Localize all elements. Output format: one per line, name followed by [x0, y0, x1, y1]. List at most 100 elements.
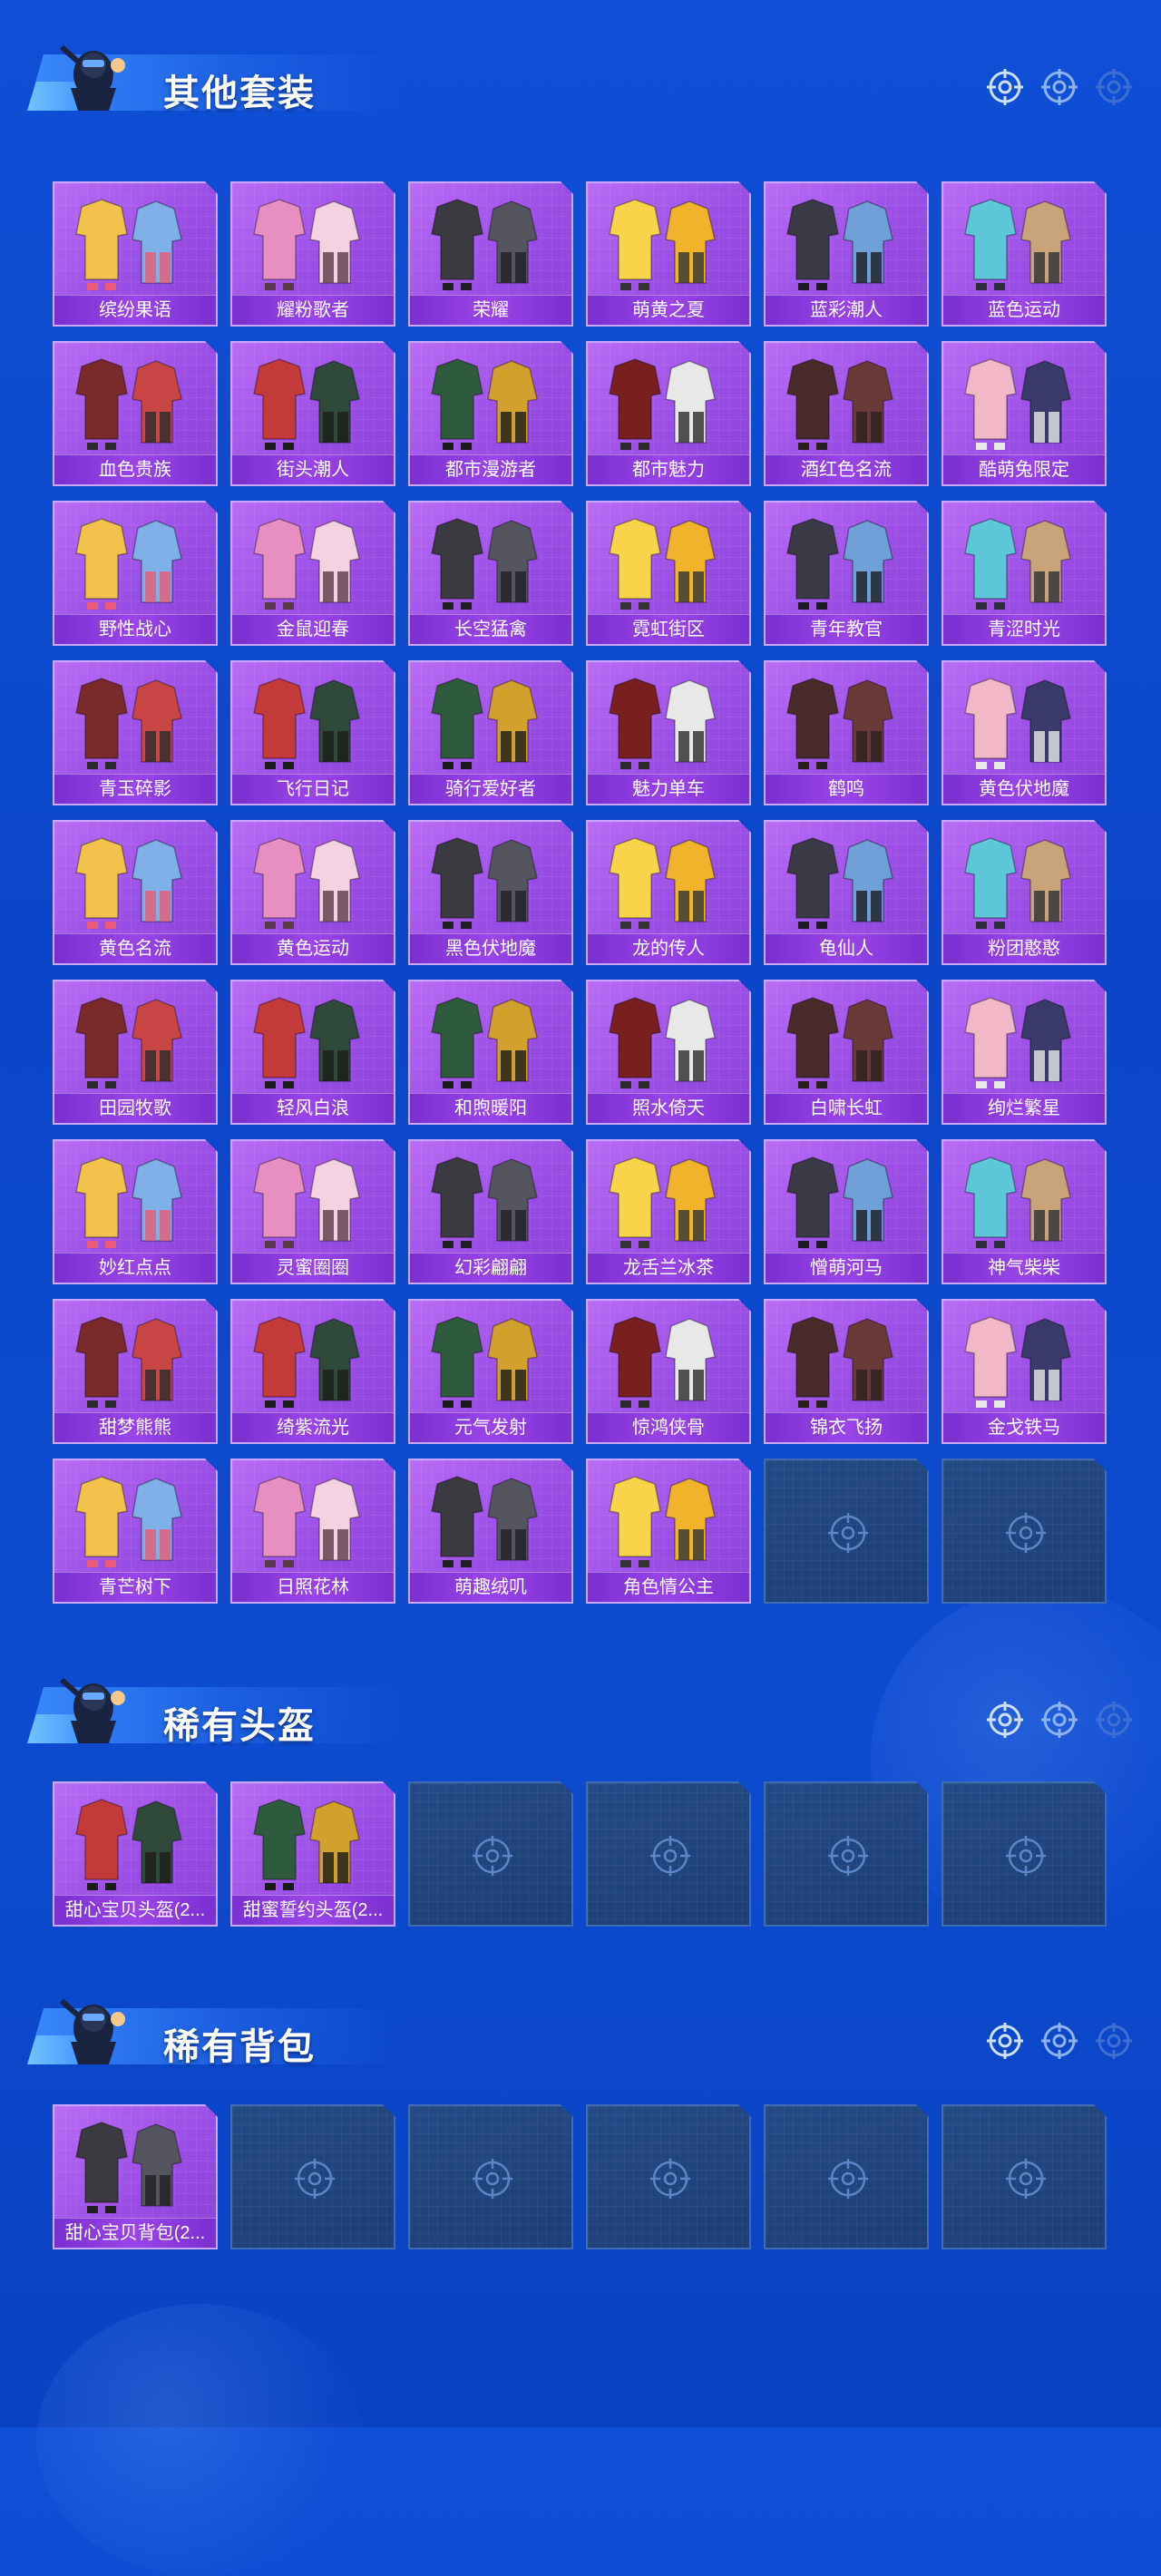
item-card[interactable]: 街头潮人 [230, 341, 395, 486]
item-card[interactable]: 青玉碎影 [53, 660, 218, 805]
item-card[interactable]: 照水倚天 [586, 980, 751, 1125]
outfit-image [75, 1156, 182, 1248]
outfit-image [786, 837, 893, 929]
item-card[interactable]: 鹤鸣 [764, 660, 929, 805]
outfit-image [786, 518, 893, 610]
item-card[interactable]: 惊鸿侠骨 [586, 1299, 751, 1444]
outfit-image [609, 1316, 716, 1408]
item-card[interactable]: 青年教官 [764, 501, 929, 646]
item-name: 酒红色名流 [766, 454, 927, 484]
section-title: 稀有头盔 [163, 1706, 316, 1746]
item-card[interactable]: 角色情公主 [586, 1459, 751, 1604]
item-card[interactable]: 缤纷果语 [53, 181, 218, 327]
item-card[interactable]: 粉团憨憨 [941, 820, 1107, 965]
outfit-image [431, 1476, 538, 1567]
item-card[interactable]: 飞行日记 [230, 660, 395, 805]
item-name: 街头潮人 [232, 454, 394, 484]
item-card[interactable]: 黄色伏地魔 [941, 660, 1107, 805]
item-card[interactable]: 魅力单车 [586, 660, 751, 805]
outfit-image [253, 1799, 360, 1890]
item-card[interactable]: 酒红色名流 [764, 341, 929, 486]
crosshair-icon [987, 1702, 1023, 1738]
item-card[interactable]: 锦衣飞扬 [764, 1299, 929, 1444]
outfit-image [609, 678, 716, 769]
empty-slot [586, 1781, 751, 1927]
backpack-grid: 甜心宝贝背包(2... [53, 2104, 1107, 2249]
item-card[interactable]: 和煦暖阳 [408, 980, 573, 1125]
item-card[interactable]: 荣耀 [408, 181, 573, 327]
outfit-grid: 缤纷果语 耀粉歌者 荣耀 萌黄之夏 蓝彩潮人 蓝色运动 血色贵族 街头潮人 都市… [53, 181, 1107, 1604]
item-card[interactable]: 青涩时光 [941, 501, 1107, 646]
item-card[interactable]: 白啸长虹 [764, 980, 929, 1125]
item-card[interactable]: 甜蜜誓约头盔(2... [230, 1781, 395, 1927]
item-card[interactable]: 元气发射 [408, 1299, 573, 1444]
item-card[interactable]: 都市漫游者 [408, 341, 573, 486]
item-name: 青玉碎影 [54, 774, 216, 804]
item-name: 萌黄之夏 [588, 295, 749, 325]
item-name: 白啸长虹 [766, 1093, 927, 1123]
item-card[interactable]: 憎萌河马 [764, 1139, 929, 1284]
item-name: 憎萌河马 [766, 1253, 927, 1283]
item-card[interactable]: 龙舌兰冰茶 [586, 1139, 751, 1284]
item-card[interactable]: 蓝彩潮人 [764, 181, 929, 327]
item-card[interactable]: 绚烂繁星 [941, 980, 1107, 1125]
item-name: 黑色伏地魔 [410, 933, 571, 963]
outfit-image [75, 518, 182, 610]
item-card[interactable]: 萌黄之夏 [586, 181, 751, 327]
item-card[interactable]: 血色贵族 [53, 341, 218, 486]
item-card[interactable]: 金戈铁马 [941, 1299, 1107, 1444]
item-name: 甜心宝贝头盔(2... [54, 1895, 216, 1925]
section-other-outfits: 其他套装 缤纷果语 耀粉歌者 荣耀 萌黄之夏 蓝彩潮人 蓝色运动 血色贵族 街头… [0, 27, 1161, 1604]
item-name: 甜梦熊熊 [54, 1412, 216, 1442]
item-card[interactable]: 长空猛禽 [408, 501, 573, 646]
item-card[interactable]: 绮紫流光 [230, 1299, 395, 1444]
item-card[interactable]: 甜梦熊熊 [53, 1299, 218, 1444]
item-card[interactable]: 野性战心 [53, 501, 218, 646]
outfit-image [609, 837, 716, 929]
outfit-image [253, 1156, 360, 1248]
item-name: 轻风白浪 [232, 1093, 394, 1123]
outfit-image [609, 997, 716, 1088]
item-card[interactable]: 青芒树下 [53, 1459, 218, 1604]
outfit-image [964, 518, 1071, 610]
item-card[interactable]: 黄色运动 [230, 820, 395, 965]
empty-slot-icon [1006, 1513, 1046, 1553]
empty-slot [230, 2104, 395, 2249]
crosshair-icon [1041, 69, 1078, 105]
outfit-image [786, 997, 893, 1088]
section-header: 稀有头盔 [0, 1660, 1161, 1760]
mascot-icon [60, 44, 125, 111]
item-card[interactable]: 骑行爱好者 [408, 660, 573, 805]
item-card[interactable]: 日照花林 [230, 1459, 395, 1604]
empty-slot-icon [295, 2159, 335, 2199]
helmet-grid: 甜心宝贝头盔(2... 甜蜜誓约头盔(2... [53, 1781, 1107, 1927]
outfit-image [609, 358, 716, 450]
outfit-image [964, 837, 1071, 929]
item-card[interactable]: 龙的传人 [586, 820, 751, 965]
item-name: 金鼠迎春 [232, 614, 394, 644]
item-card[interactable]: 金鼠迎春 [230, 501, 395, 646]
item-card[interactable]: 耀粉歌者 [230, 181, 395, 327]
item-card[interactable]: 轻风白浪 [230, 980, 395, 1125]
outfit-image [964, 1156, 1071, 1248]
item-card[interactable]: 霓虹街区 [586, 501, 751, 646]
item-name: 金戈铁马 [943, 1412, 1105, 1442]
section-header: 其他套装 [0, 27, 1161, 127]
crosshair-icon [1096, 69, 1132, 105]
item-card[interactable]: 都市魅力 [586, 341, 751, 486]
item-card[interactable]: 甜心宝贝头盔(2... [53, 1781, 218, 1927]
item-card[interactable]: 甜心宝贝背包(2... [53, 2104, 218, 2249]
item-card[interactable]: 龟仙人 [764, 820, 929, 965]
item-card[interactable]: 蓝色运动 [941, 181, 1107, 327]
item-card[interactable]: 萌趣绒叽 [408, 1459, 573, 1604]
item-card[interactable]: 田园牧歌 [53, 980, 218, 1125]
item-card[interactable]: 幻彩翩翩 [408, 1139, 573, 1284]
empty-slot [408, 1781, 573, 1927]
item-card[interactable]: 神气柴柴 [941, 1139, 1107, 1284]
item-card[interactable]: 妙红点点 [53, 1139, 218, 1284]
item-name: 甜蜜誓约头盔(2... [232, 1895, 394, 1925]
item-card[interactable]: 黑色伏地魔 [408, 820, 573, 965]
item-card[interactable]: 灵蜜圈圈 [230, 1139, 395, 1284]
item-card[interactable]: 黄色名流 [53, 820, 218, 965]
item-card[interactable]: 酷萌兔限定 [941, 341, 1107, 486]
